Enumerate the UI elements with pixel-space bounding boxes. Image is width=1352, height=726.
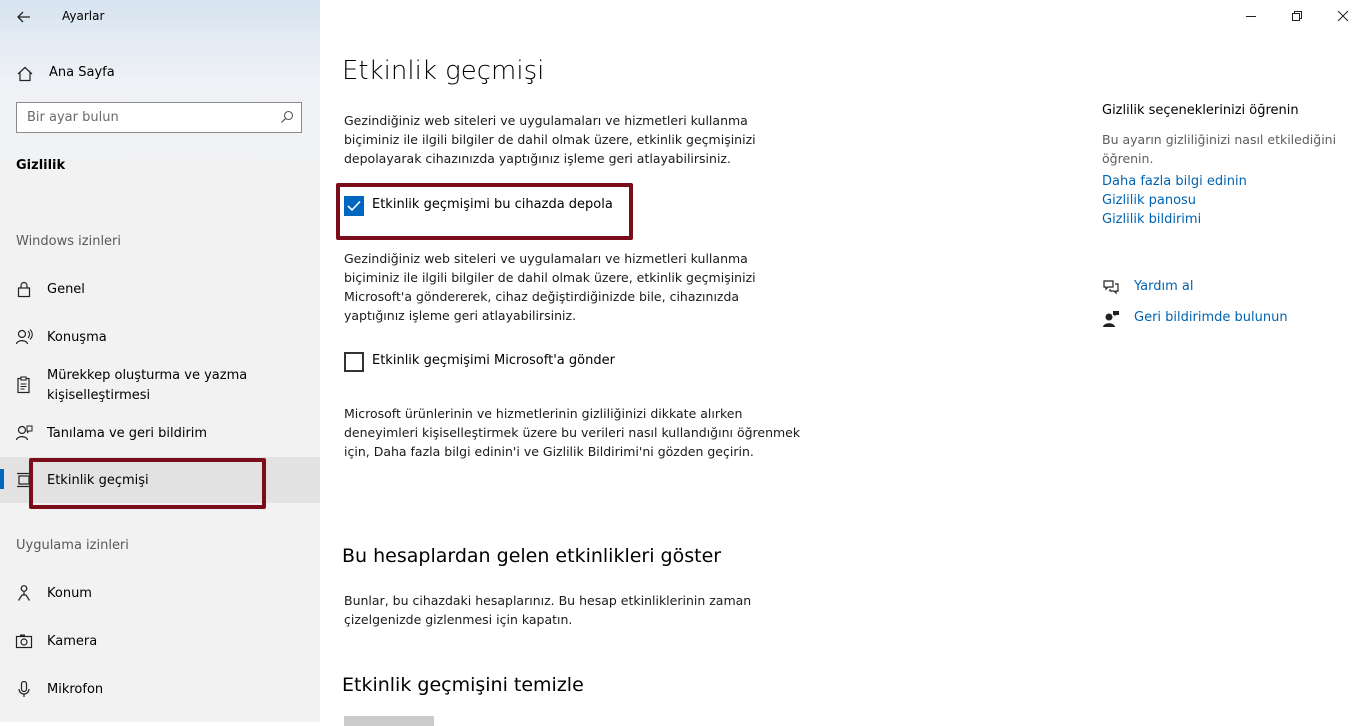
search-input[interactable] xyxy=(17,103,277,132)
sidebar-item-label: Mürekkep oluşturma ve yazma kişiselleşti… xyxy=(47,368,248,403)
get-help-link[interactable]: Yardım al xyxy=(1102,278,1222,300)
location-icon xyxy=(17,585,31,601)
sidebar: Ayarlar Ana Sayfa Gizlilik Windows izinl… xyxy=(0,0,320,722)
speech-icon xyxy=(15,329,33,345)
clear-button[interactable] xyxy=(344,716,434,726)
search-icon[interactable] xyxy=(280,110,294,124)
search-box[interactable] xyxy=(16,102,302,133)
sidebar-item-label: Tanılama ve geri bildirim xyxy=(47,426,208,441)
sidebar-item-label: Mikrofon xyxy=(47,682,104,697)
app-permissions-label: Uygulama izinleri xyxy=(16,538,129,553)
sidebar-item-konusma[interactable]: Konuşma xyxy=(0,317,320,357)
sidebar-item-inking[interactable]: Mürekkep oluşturma ve yazma kişiselleşti… xyxy=(0,355,320,411)
get-help-label: Yardım al xyxy=(1134,279,1194,294)
section-heading: Gizlilik xyxy=(16,158,66,173)
accounts-heading: Bu hesaplardan gelen etkinlikleri göster xyxy=(342,545,722,567)
learn-more-link[interactable]: Daha fazla bilgi edinin xyxy=(1102,174,1247,189)
page-title: Etkinlik geçmişi xyxy=(342,56,545,86)
give-feedback-label: Geri bildirimde bulunun xyxy=(1134,310,1288,325)
sidebar-item-label: Kamera xyxy=(47,634,98,649)
home-label: Ana Sayfa xyxy=(49,65,115,80)
accounts-text: Bunlar, bu cihazdaki hesaplarınız. Bu he… xyxy=(344,593,752,627)
intro-text: Gezindiğiniz web siteleri ve uygulamalar… xyxy=(344,113,756,166)
send-history-checkbox-row[interactable]: Etkinlik geçmişimi Microsoft'a gönder xyxy=(344,352,644,374)
sidebar-item-konum[interactable]: Konum xyxy=(0,573,320,613)
lock-icon xyxy=(17,281,31,298)
annotation-highlight-box xyxy=(336,183,633,240)
sidebar-item-kamera[interactable]: Kamera xyxy=(0,621,320,661)
back-button[interactable] xyxy=(13,6,35,28)
inking-icon xyxy=(17,376,30,394)
windows-permissions-label: Windows izinleri xyxy=(16,234,122,249)
privacy-options-title: Gizlilik seçeneklerinizi öğrenin xyxy=(1102,103,1299,118)
sidebar-item-label: Konuşma xyxy=(47,330,107,345)
sidebar-item-label: Genel xyxy=(47,282,85,297)
microphone-icon xyxy=(18,680,30,697)
privacy-note-text: Microsoft ürünlerinin ve hizmetlerinin g… xyxy=(344,406,801,459)
send-description-text: Gezindiğiniz web siteleri ve uygulamalar… xyxy=(344,251,756,323)
privacy-dashboard-link[interactable]: Gizlilik panosu xyxy=(1102,193,1196,208)
feedback-icon xyxy=(15,425,33,441)
selection-indicator xyxy=(0,469,4,489)
annotation-highlight-box xyxy=(29,458,266,509)
camera-icon xyxy=(15,634,33,649)
home-nav-item[interactable]: Ana Sayfa xyxy=(0,56,320,92)
sidebar-item-genel[interactable]: Genel xyxy=(0,269,320,309)
privacy-statement-link[interactable]: Gizlilik bildirimi xyxy=(1102,212,1201,227)
send-history-label: Etkinlik geçmişimi Microsoft'a gönder xyxy=(372,353,615,368)
sidebar-item-label: Konum xyxy=(47,586,92,601)
app-title: Ayarlar xyxy=(62,9,105,23)
sidebar-item-mikrofon[interactable]: Mikrofon xyxy=(0,669,320,709)
privacy-options-description: Bu ayarın gizliliğinizi nasıl etkilediği… xyxy=(1102,132,1337,166)
clear-history-heading: Etkinlik geçmişini temizle xyxy=(342,674,584,696)
back-arrow-icon xyxy=(17,11,30,23)
home-icon xyxy=(17,66,33,82)
help-chat-icon xyxy=(1103,280,1119,295)
send-history-checkbox[interactable] xyxy=(344,352,364,372)
give-feedback-link[interactable]: Geri bildirimde bulunun xyxy=(1102,309,1302,331)
sidebar-item-tanilama[interactable]: Tanılama ve geri bildirim xyxy=(0,413,320,453)
feedback-person-icon xyxy=(1103,311,1119,327)
